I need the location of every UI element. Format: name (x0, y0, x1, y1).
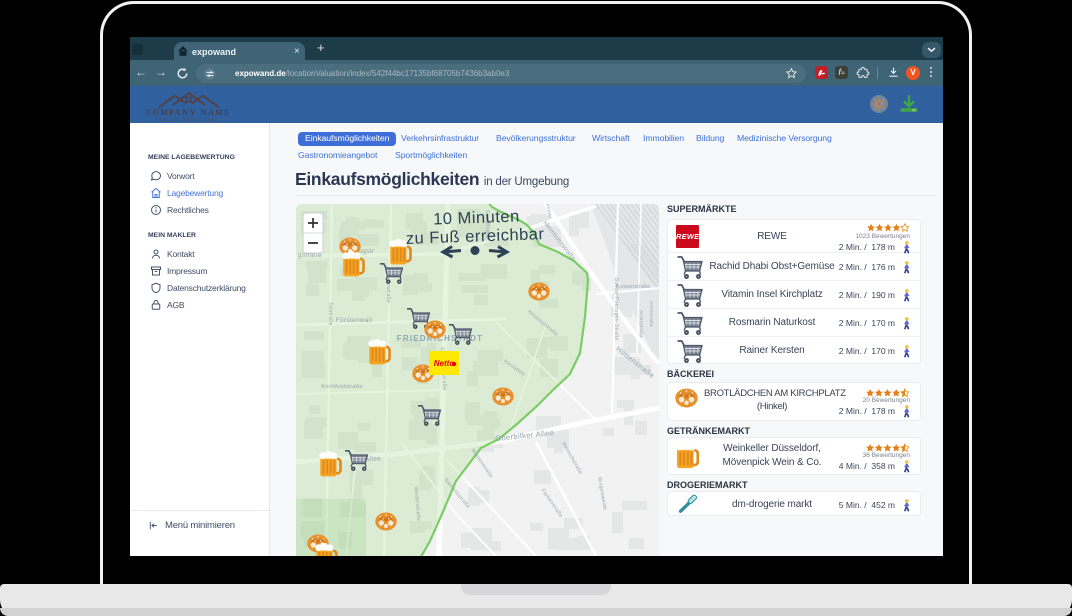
svg-text:Slogan Goes Here: Slogan Goes Here (158, 117, 218, 122)
svg-text:COMPANY NAME: COMPANY NAME (146, 108, 231, 117)
svg-text:zu Fuß erreichbar: zu Fuß erreichbar (405, 225, 544, 248)
svg-text:Netto: Netto (434, 359, 455, 368)
svg-text:10 Minuten: 10 Minuten (433, 207, 520, 228)
